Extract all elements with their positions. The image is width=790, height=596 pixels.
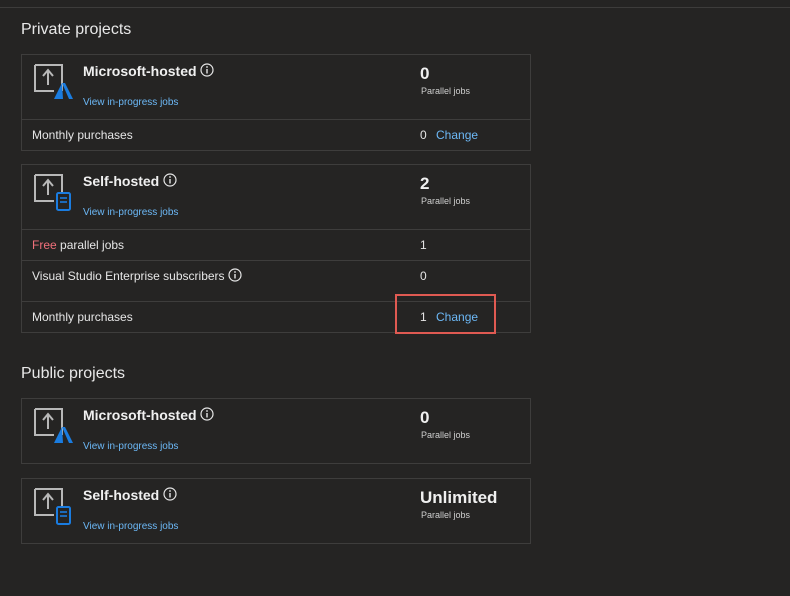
parallel-jobs-count: 2 <box>420 174 430 193</box>
free-parallel-jobs-label: Free parallel jobs <box>32 238 124 252</box>
agent-name: Self-hosted <box>83 487 160 503</box>
view-in-progress-jobs-link[interactable]: View in-progress jobs <box>83 97 178 108</box>
parallel-jobs-count: 0 <box>420 408 430 427</box>
vs-enterprise-value: 0 <box>420 269 427 283</box>
agent-name: Self-hosted <box>83 173 160 189</box>
monthly-purchases-label: Monthly purchases <box>32 310 133 324</box>
monthly-purchases-row: Monthly purchases 0 Change <box>22 119 530 150</box>
private-projects-title: Private projects <box>21 21 132 38</box>
microsoft-hosted-agent-icon <box>32 405 74 445</box>
private-microsoft-hosted-card: Microsoft-hosted View in-progress jobs 0… <box>21 54 531 151</box>
parallel-jobs-label: Parallel jobs <box>421 510 471 520</box>
top-divider <box>0 7 790 8</box>
info-icon[interactable] <box>200 63 214 77</box>
info-icon[interactable] <box>163 173 177 187</box>
vs-enterprise-row: Visual Studio Enterprise subscribers 0 <box>22 260 530 291</box>
highlight-box <box>395 294 496 334</box>
info-icon[interactable] <box>200 407 214 421</box>
view-in-progress-jobs-link[interactable]: View in-progress jobs <box>83 207 178 218</box>
parallel-jobs-label: Parallel jobs <box>421 430 471 440</box>
view-in-progress-jobs-link[interactable]: View in-progress jobs <box>83 521 178 532</box>
parallel-jobs-label: Parallel jobs <box>421 196 471 206</box>
view-in-progress-jobs-link[interactable]: View in-progress jobs <box>83 441 178 452</box>
free-parallel-jobs-text: parallel jobs <box>56 238 125 252</box>
free-word: Free <box>32 238 57 252</box>
agent-name: Microsoft-hosted <box>83 63 197 79</box>
free-parallel-jobs-value: 1 <box>420 238 427 252</box>
monthly-purchases-value: 0 <box>420 128 427 142</box>
vs-enterprise-label: Visual Studio Enterprise subscribers <box>32 269 225 283</box>
microsoft-hosted-agent-icon <box>32 61 74 101</box>
parallel-jobs-count: 0 <box>420 64 430 83</box>
info-icon[interactable] <box>228 268 242 282</box>
self-hosted-agent-icon <box>32 171 74 211</box>
parallel-jobs-label: Parallel jobs <box>421 86 471 96</box>
public-projects-title: Public projects <box>21 365 126 382</box>
change-link[interactable]: Change <box>436 128 478 142</box>
public-self-hosted-card: Self-hosted View in-progress jobs Unlimi… <box>21 478 531 544</box>
parallel-jobs-count: Unlimited <box>420 488 498 507</box>
public-microsoft-hosted-card: Microsoft-hosted View in-progress jobs 0… <box>21 398 531 464</box>
info-icon[interactable] <box>163 487 177 501</box>
self-hosted-agent-icon <box>32 485 74 525</box>
free-parallel-jobs-row: Free parallel jobs 1 <box>22 229 530 260</box>
monthly-purchases-label: Monthly purchases <box>32 128 133 142</box>
agent-name: Microsoft-hosted <box>83 407 197 423</box>
